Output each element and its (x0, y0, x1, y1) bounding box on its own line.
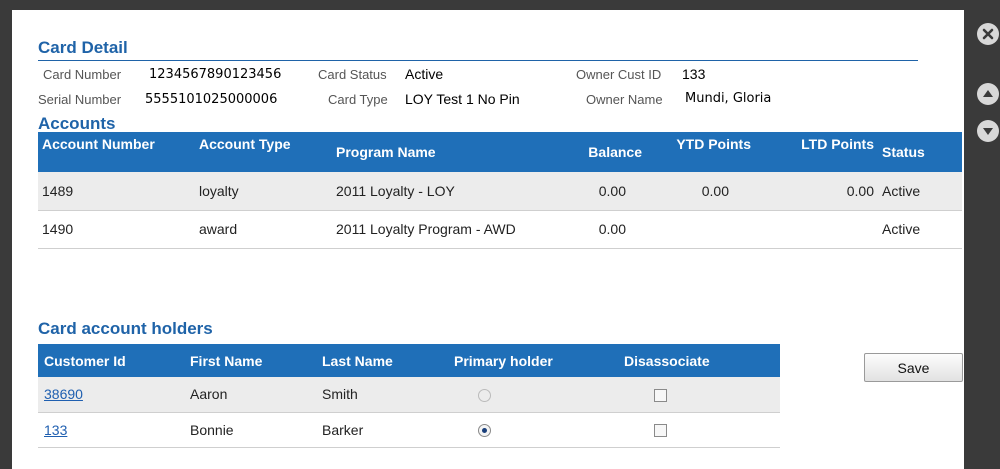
owner-cust-id-label: Owner Cust ID (576, 67, 662, 82)
col-ytd-points: YTD Points (662, 132, 775, 172)
primary-holder-radio[interactable] (478, 389, 491, 403)
customer-id-link[interactable]: 133 (44, 422, 67, 438)
col-primary-holder: Primary holder (448, 344, 618, 377)
table-row: 1490 award 2011 Loyalty Program - AWD 0.… (38, 210, 962, 249)
card-detail-title: Card Detail (38, 38, 128, 57)
arrow-down-icon[interactable] (977, 120, 999, 142)
col-account-type: Account Type (195, 132, 332, 172)
col-balance: Balance (562, 132, 662, 172)
cell-balance: 0.00 (562, 210, 662, 249)
save-button[interactable]: Save (864, 353, 963, 382)
primary-holder-radio[interactable] (478, 424, 491, 438)
cell-program-name: 2011 Loyalty - LOY (332, 172, 562, 211)
serial-number-label: Serial Number (38, 92, 122, 107)
card-type-value: LOY Test 1 No Pin (405, 91, 520, 107)
cell-first-name: Aaron (184, 377, 316, 413)
cell-first-name: Bonnie (184, 412, 316, 448)
cell-ytd-points (662, 210, 775, 249)
customer-id-link[interactable]: 38690 (44, 386, 83, 402)
accounts-header-row: Account Number Account Type Program Name… (38, 132, 962, 172)
cell-ltd-points (775, 210, 878, 249)
holders-table: Customer Id First Name Last Name Primary… (38, 344, 780, 448)
table-row: 133 Bonnie Barker (38, 412, 780, 448)
cell-ltd-points: 0.00 (775, 172, 878, 211)
cell-balance: 0.00 (562, 172, 662, 211)
col-ltd-points: LTD Points (775, 132, 878, 172)
card-status-value: Active (405, 66, 444, 82)
owner-name-value: Mundi, Gloria (685, 91, 772, 106)
col-disassociate: Disassociate (618, 344, 780, 377)
disassociate-checkbox[interactable] (654, 424, 667, 438)
card-number-label: Card Number (43, 67, 122, 82)
col-status: Status (878, 132, 962, 172)
col-customer-id: Customer Id (38, 344, 184, 377)
card-status-label: Card Status (318, 67, 387, 82)
title-divider (38, 60, 918, 61)
owner-cust-id-value: 133 (682, 66, 706, 82)
card-number-value: 1234567890123456 (149, 67, 282, 82)
col-account-number: Account Number (38, 132, 195, 172)
cell-status: Active (878, 210, 962, 249)
card-type-label: Card Type (328, 92, 388, 107)
owner-name-label: Owner Name (586, 92, 663, 107)
cell-status: Active (878, 172, 962, 211)
holders-header-row: Customer Id First Name Last Name Primary… (38, 344, 780, 377)
close-icon[interactable] (977, 23, 999, 45)
serial-number-value: 5555101025000006 (145, 92, 278, 107)
cell-ytd-points: 0.00 (662, 172, 775, 211)
arrow-up-icon[interactable] (977, 83, 999, 105)
cell-account-type: award (195, 210, 332, 249)
cell-account-type: loyalty (195, 172, 332, 211)
disassociate-checkbox[interactable] (654, 389, 667, 403)
cell-account-number: 1490 (38, 210, 195, 249)
table-row: 38690 Aaron Smith (38, 377, 780, 413)
table-row: 1489 loyalty 2011 Loyalty - LOY 0.00 0.0… (38, 172, 962, 211)
holders-title: Card account holders (38, 319, 213, 338)
cell-last-name: Smith (316, 377, 448, 413)
card-detail-panel: Card Detail Card Number 1234567890123456… (12, 10, 964, 469)
cell-program-name: 2011 Loyalty Program - AWD (332, 210, 562, 249)
cell-last-name: Barker (316, 412, 448, 448)
accounts-table: Account Number Account Type Program Name… (38, 132, 962, 249)
col-first-name: First Name (184, 344, 316, 377)
accounts-title: Accounts (38, 114, 116, 133)
col-program-name: Program Name (332, 132, 562, 172)
col-last-name: Last Name (316, 344, 448, 377)
cell-account-number: 1489 (38, 172, 195, 211)
